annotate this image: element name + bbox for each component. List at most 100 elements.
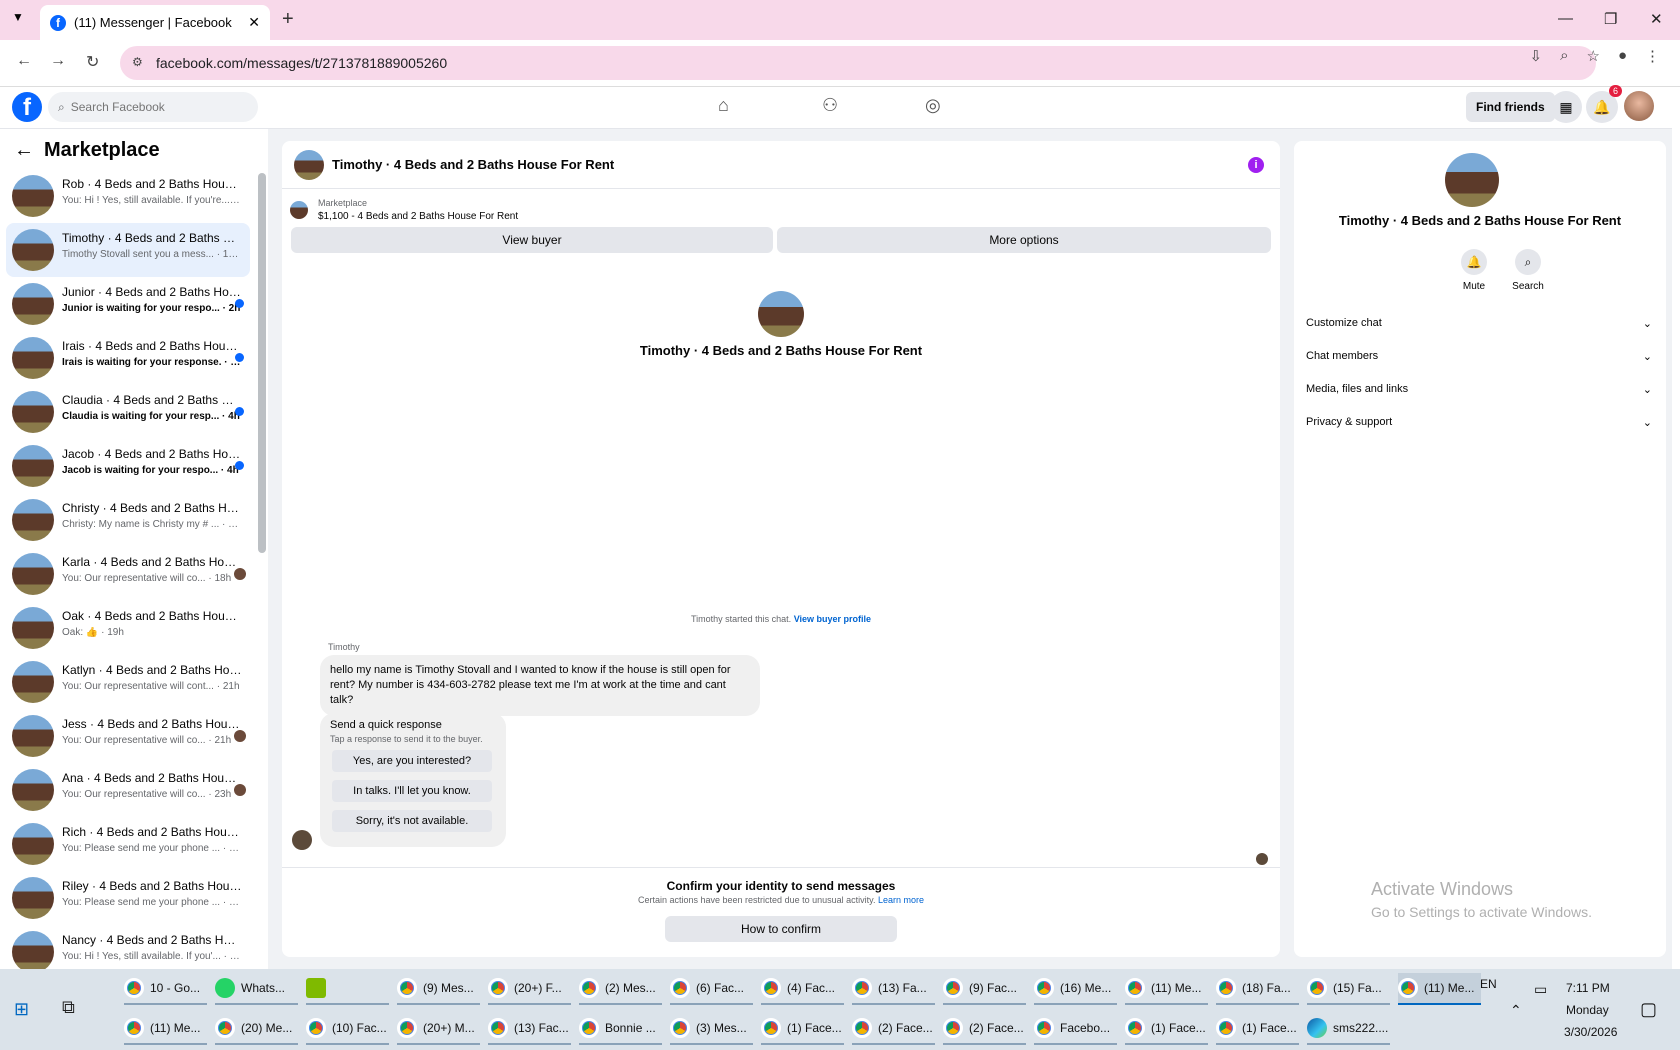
taskbar-app-button[interactable]: (18) Fa... <box>1216 973 1299 1005</box>
menu-dots-icon[interactable]: ⋮ <box>1645 47 1660 65</box>
back-arrow-icon[interactable]: ← <box>14 139 34 162</box>
close-window-icon[interactable]: ✕ <box>1650 10 1663 28</box>
taskbar-app-button[interactable]: (2) Face... <box>852 1013 935 1045</box>
taskbar-app-button[interactable]: Whats... <box>215 973 298 1005</box>
taskbar-app-button[interactable]: (11) Me... <box>124 1013 207 1045</box>
facebook-logo-icon[interactable]: f <box>12 92 42 122</box>
zoom-icon[interactable]: ⌕ <box>1560 47 1568 65</box>
taskbar-app-button[interactable]: (20+) M... <box>397 1013 480 1045</box>
chat-avatar[interactable] <box>294 149 324 180</box>
facebook-search[interactable]: ⌕ <box>48 92 258 122</box>
find-friends-button[interactable]: Find friends <box>1466 92 1555 122</box>
url-field[interactable]: ⚙ facebook.com/messages/t/27137818890052… <box>120 46 1596 80</box>
new-tab-icon[interactable]: + <box>282 8 294 31</box>
taskbar-app-button[interactable]: (9) Fac... <box>943 973 1026 1005</box>
search-action[interactable]: ⌕ Search <box>1498 249 1558 292</box>
profile-icon[interactable]: ● <box>1618 47 1627 65</box>
home-icon[interactable]: ⌂ <box>718 95 729 116</box>
scrollbar-thumb[interactable] <box>258 173 266 553</box>
quick-reply-button[interactable]: Yes, are you interested? <box>332 750 492 772</box>
taskbar-app-button[interactable]: (9) Mes... <box>397 973 480 1005</box>
conversation-item[interactable]: Rob · 4 Beds and 2 Baths House For Rent Y… <box>6 169 250 223</box>
taskbar-app-button[interactable]: (16) Me... <box>1034 973 1117 1005</box>
taskbar-app-button[interactable]: (3) Mes... <box>670 1013 753 1045</box>
info-row-customize-chat[interactable]: Customize chat ⌄ <box>1306 311 1652 335</box>
view-buyer-profile-link[interactable]: View buyer profile <box>794 614 871 624</box>
taskbar-app-button[interactable]: (20+) F... <box>488 973 571 1005</box>
task-view-icon[interactable]: ⧉ <box>62 997 75 1018</box>
conversation-item[interactable]: Ana · 4 Beds and 2 Baths House For Rent Y… <box>6 763 250 817</box>
view-buyer-button[interactable]: View buyer <box>291 227 773 253</box>
conversation-item[interactable]: Claudia · 4 Beds and 2 Baths House For R… <box>6 385 250 439</box>
language-indicator[interactable]: EN <box>1480 977 1497 991</box>
conversation-item[interactable]: Jess · 4 Beds and 2 Baths House For Rent… <box>6 709 250 763</box>
conversation-item[interactable]: Timothy · 4 Beds and 2 Baths House For R… <box>6 223 250 277</box>
taskbar-app-button[interactable] <box>306 973 389 1005</box>
bell-icon[interactable]: 🔔 <box>1461 249 1487 275</box>
browser-tab[interactable]: f (11) Messenger | Facebook ✕ <box>40 5 270 40</box>
quick-reply-button[interactable]: Sorry, it's not available. <box>332 810 492 832</box>
conversation-item[interactable]: Christy · 4 Beds and 2 Baths House For R… <box>6 493 250 547</box>
search-input[interactable] <box>70 100 241 114</box>
account-avatar[interactable] <box>1624 91 1654 121</box>
chevron-up-icon[interactable]: ⌃ <box>1510 1002 1522 1019</box>
message-bubble[interactable]: hello my name is Timothy Stovall and I w… <box>320 655 760 716</box>
minimize-icon[interactable]: — <box>1558 10 1573 27</box>
menu-grid-icon[interactable]: ▦ <box>1550 91 1582 123</box>
sidebar-scrollbar[interactable] <box>258 163 266 963</box>
taskbar-app-button[interactable]: (15) Fa... <box>1307 973 1390 1005</box>
taskbar-app-button[interactable]: 10 - Go... <box>124 973 207 1005</box>
taskbar-app-button[interactable]: (13) Fac... <box>488 1013 571 1045</box>
taskbar-app-button[interactable]: sms222.... <box>1307 1013 1390 1045</box>
taskbar-app-button[interactable]: (13) Fa... <box>852 973 935 1005</box>
conversation-item[interactable]: Karla · 4 Beds and 2 Baths House For Ren… <box>6 547 250 601</box>
windows-start-icon[interactable]: ⊞ <box>14 999 29 1020</box>
taskbar-app-button[interactable]: (1) Face... <box>761 1013 844 1045</box>
clock-time[interactable]: 7:11 PM <box>1566 981 1610 995</box>
back-icon[interactable]: ← <box>16 52 32 70</box>
sender-avatar[interactable] <box>292 830 312 850</box>
taskbar-app-button[interactable]: (6) Fac... <box>670 973 753 1005</box>
taskbar-app-button[interactable]: (4) Fac... <box>761 973 844 1005</box>
taskbar-app-button[interactable]: (11) Me... <box>1398 973 1481 1005</box>
close-tab-icon[interactable]: ✕ <box>248 14 260 31</box>
restore-icon[interactable]: ❐ <box>1604 10 1617 28</box>
conversation-item[interactable]: Junior · 4 Beds and 2 Baths House For Re… <box>6 277 250 331</box>
conversation-item[interactable]: Jacob · 4 Beds and 2 Baths House For Ren… <box>6 439 250 493</box>
conversation-item[interactable]: Rich · 4 Beds and 2 Baths House For Rent… <box>6 817 250 871</box>
site-info-icon[interactable]: ⚙ <box>132 55 143 69</box>
mute-action[interactable]: 🔔 Mute <box>1444 249 1504 292</box>
notifications-bell-icon[interactable]: 🔔 6 <box>1586 85 1622 123</box>
taskbar-app-button[interactable]: (2) Face... <box>943 1013 1026 1045</box>
clock-date[interactable]: 3/30/2026 <box>1564 1025 1617 1039</box>
quick-reply-button[interactable]: In talks. I'll let you know. <box>332 780 492 802</box>
conversation-item[interactable]: Katlyn · 4 Beds and 2 Baths House For Re… <box>6 655 250 709</box>
conversation-item[interactable]: Oak · 4 Beds and 2 Baths House For Rent O… <box>6 601 250 655</box>
taskbar-app-button[interactable]: (11) Me... <box>1125 973 1208 1005</box>
search-icon[interactable]: ⌕ <box>1515 249 1541 275</box>
clock-day[interactable]: Monday <box>1566 1003 1609 1017</box>
page-scrollbar[interactable] <box>1672 87 1680 969</box>
more-options-button[interactable]: More options <box>777 227 1271 253</box>
tab-search-chevron-icon[interactable]: ▼ <box>12 10 24 24</box>
conversation-item[interactable]: Riley · 4 Beds and 2 Baths House For Ren… <box>6 871 250 925</box>
taskbar-app-button[interactable]: (20) Me... <box>215 1013 298 1045</box>
taskbar-app-button[interactable]: (1) Face... <box>1216 1013 1299 1045</box>
info-row-privacy[interactable]: Privacy & support ⌄ <box>1306 410 1652 434</box>
info-row-chat-members[interactable]: Chat members ⌄ <box>1306 344 1652 368</box>
bookmark-star-icon[interactable]: ☆ <box>1586 47 1599 65</box>
taskbar-app-button[interactable]: Facebo... <box>1034 1013 1117 1045</box>
taskbar-app-button[interactable]: (10) Fac... <box>306 1013 389 1045</box>
conversation-item[interactable]: Irais · 4 Beds and 2 Baths House For Ren… <box>6 331 250 385</box>
how-to-confirm-button[interactable]: How to confirm <box>665 916 897 942</box>
friends-icon[interactable]: ⚇ <box>822 95 838 116</box>
listing-row[interactable]: Marketplace $1,100 - 4 Beds and 2 Baths … <box>290 195 1270 225</box>
chat-title[interactable]: Timothy · 4 Beds and 2 Baths House For R… <box>332 157 614 172</box>
reload-icon[interactable]: ↻ <box>86 52 99 72</box>
taskbar-app-button[interactable]: Bonnie ... <box>579 1013 662 1045</box>
install-app-icon[interactable]: ⇩ <box>1530 47 1543 65</box>
taskbar-app-button[interactable]: (2) Mes... <box>579 973 662 1005</box>
network-icon[interactable]: ▭ <box>1534 981 1547 998</box>
info-row-media[interactable]: Media, files and links ⌄ <box>1306 377 1652 401</box>
taskbar-app-button[interactable]: (1) Face... <box>1125 1013 1208 1045</box>
